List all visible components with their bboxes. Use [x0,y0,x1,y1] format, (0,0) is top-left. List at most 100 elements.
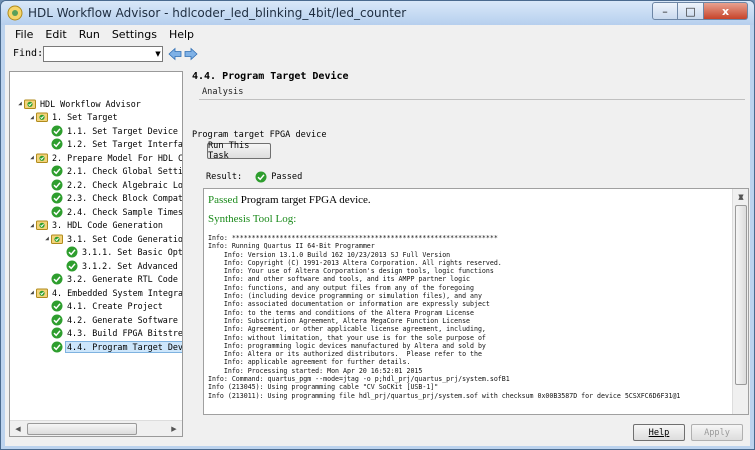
maximize-button[interactable]: □ [678,2,704,20]
log-line: Info: programming logic devices manufact… [208,341,486,350]
report-vertical-scrollbar[interactable]: ▲ ▼ [732,189,748,414]
tree-item-label: 4.3. Build FPGA Bitstream [67,328,182,338]
task-folder-icon [36,220,48,230]
tree-item-label: 2.4. Check Sample Times [67,206,182,217]
scroll-down-arrow-icon[interactable]: ▼ [733,189,748,205]
window-controls: – □ x [652,2,748,20]
menu-file[interactable]: File [9,28,39,41]
tree-item-label: 3.1.2. Set Advanced Opt [82,260,182,271]
title-bar[interactable]: HDL Workflow Advisor - hdlcoder_led_blin… [1,1,754,25]
log-line: Info: Running Quartus II 64-Bit Programm… [208,242,375,251]
tree-item[interactable]: ◢ 3. HDL Code Generation [28,219,182,232]
panel-title: 4.4. Program Target Device [192,71,349,82]
tree-item-label: 3.1. Set Code Generation O [67,233,182,244]
tree-item[interactable]: 1.2. Set Target Interface [43,138,182,151]
log-line: Info: Command: quartus_pgm --mode=jtag -… [208,375,510,384]
tree-expand-arrow-icon[interactable]: ◢ [28,222,36,229]
task-folder-icon [36,288,48,298]
help-button[interactable]: Help [633,424,685,441]
tree-item[interactable]: 4.4. Program Target Device [43,340,182,353]
tree-item[interactable]: ◢ HDL Workflow Advisor [16,97,182,110]
tree-item[interactable]: 1.1. Set Target Device and [43,124,182,137]
tree-item-label: 4.4. Program Target Device [64,340,182,353]
run-this-task-button[interactable]: Run This Task [207,141,271,161]
passed-icon [51,314,63,325]
tree-item[interactable]: 2.2. Check Algebraic Loop [43,178,182,191]
tree-item[interactable]: 4.2. Generate Software Int [43,313,182,326]
close-button[interactable]: x [704,2,748,20]
scroll-right-arrow-icon[interactable]: ▶ [166,421,182,437]
scroll-left-arrow-icon[interactable]: ◀ [10,421,26,437]
menu-help[interactable]: Help [163,28,200,41]
log-line: Info: associated documentation or inform… [208,300,490,309]
report-view[interactable]: Passed Program target FPGA device. Synth… [203,188,749,415]
apply-button-label: Apply [704,427,730,438]
tree-item[interactable]: 4.1. Create Project [43,300,182,313]
tree-item-label: 1.1. Set Target Device and [67,125,182,136]
hdl-advisor-app-icon [7,5,23,21]
menu-run[interactable]: Run [73,28,106,41]
help-button-label: Help [648,427,670,438]
analysis-label: Analysis [202,87,244,97]
tree-item[interactable]: 4.3. Build FPGA Bitstream [43,327,182,340]
find-label: Find: [13,48,44,59]
find-input[interactable] [43,46,163,62]
tree-item[interactable]: 2.4. Check Sample Times [43,205,182,218]
passed-icon [51,138,63,150]
log-line: Info: Subscription Agreement, Altera Meg… [208,316,471,325]
task-folder-icon [36,153,48,163]
window-title: HDL Workflow Advisor - hdlcoder_led_blin… [28,6,407,20]
task-panel: 4.4. Program Target Device Analysis Prog… [187,65,749,441]
find-dropdown-arrow-icon[interactable]: ▼ [153,47,163,61]
workflow-tree[interactable]: ◢ HDL Workflow Advisor ◢ 1. Set Target 1.1. … [9,71,183,437]
log-line: Info: **********************************… [208,234,498,242]
report-content: Passed Program target FPGA device. Synth… [204,189,732,414]
tree-item-label: 4. Embedded System Integration [52,287,182,298]
tree-item-label: HDL Workflow Advisor [40,98,141,109]
tree-item[interactable]: 2.3. Check Block Compatib [43,192,182,205]
log-line: Info: functions, and any output files fr… [208,283,474,292]
tree-item[interactable]: 3.1.1. Set Basic Option [58,246,182,259]
tree-item-label: 2.1. Check Global Settings [67,166,182,176]
synthesis-log: Info: **********************************… [208,234,680,400]
tree-item[interactable]: 3.1.2. Set Advanced Opt [58,259,182,272]
tree-item[interactable]: ◢ 4. Embedded System Integration [28,286,182,299]
tree-item[interactable]: ◢ 3.1. Set Code Generation O [43,232,182,245]
passed-icon [66,260,78,271]
result-label: Result: [206,172,243,182]
report-scroll-thumb[interactable] [735,205,747,385]
log-line: Info: and other software and tools, and … [208,275,471,284]
task-description: Program target FPGA device [192,130,327,140]
tree-item-label: 1. Set Target [52,112,118,122]
apply-button[interactable]: Apply [691,424,743,441]
tree-expand-arrow-icon[interactable]: ◢ [28,289,36,296]
log-line: Info (213011): Using programming file hd… [208,391,681,400]
log-line: Info: to the terms and conditions of the… [208,308,474,317]
tree-item[interactable]: 3.2. Generate RTL Code an [43,273,182,286]
tree-item-label: 4.1. Create Project [67,301,163,311]
find-previous-arrow-icon[interactable] [168,47,182,61]
find-next-arrow-icon[interactable] [184,47,198,61]
menu-edit[interactable]: Edit [39,28,72,41]
passed-icon [51,273,63,285]
tree-expand-arrow-icon[interactable]: ◢ [28,114,36,121]
tree-item[interactable]: 2.1. Check Global Settings [43,165,182,178]
tree-item[interactable]: ◢ 2. Prepare Model For HDL Code [28,151,182,164]
tree-item[interactable]: ◢ 1. Set Target [28,111,182,124]
workflow-folder-icon [24,99,36,109]
result-value: Passed [271,172,303,182]
passed-icon [51,300,63,312]
passed-icon [51,179,63,190]
tree-expand-arrow-icon[interactable]: ◢ [16,100,24,107]
tree-expand-arrow-icon[interactable]: ◢ [28,154,36,161]
minimize-button[interactable]: – [652,2,678,20]
passed-icon [51,206,63,217]
tree-horizontal-scrollbar[interactable]: ◀ ▶ [10,420,182,436]
tree-scroll-thumb[interactable] [27,423,137,435]
tree-expand-arrow-icon[interactable]: ◢ [43,235,51,242]
tree-item-label: 3. HDL Code Generation [52,220,163,230]
log-line: Info: Copyright (C) 1991-2013 Altera Cor… [208,258,502,267]
result-row: Result: Passed [206,171,302,183]
menu-settings[interactable]: Settings [106,28,163,41]
tree-item-label: 3.2. Generate RTL Code an [67,274,182,284]
